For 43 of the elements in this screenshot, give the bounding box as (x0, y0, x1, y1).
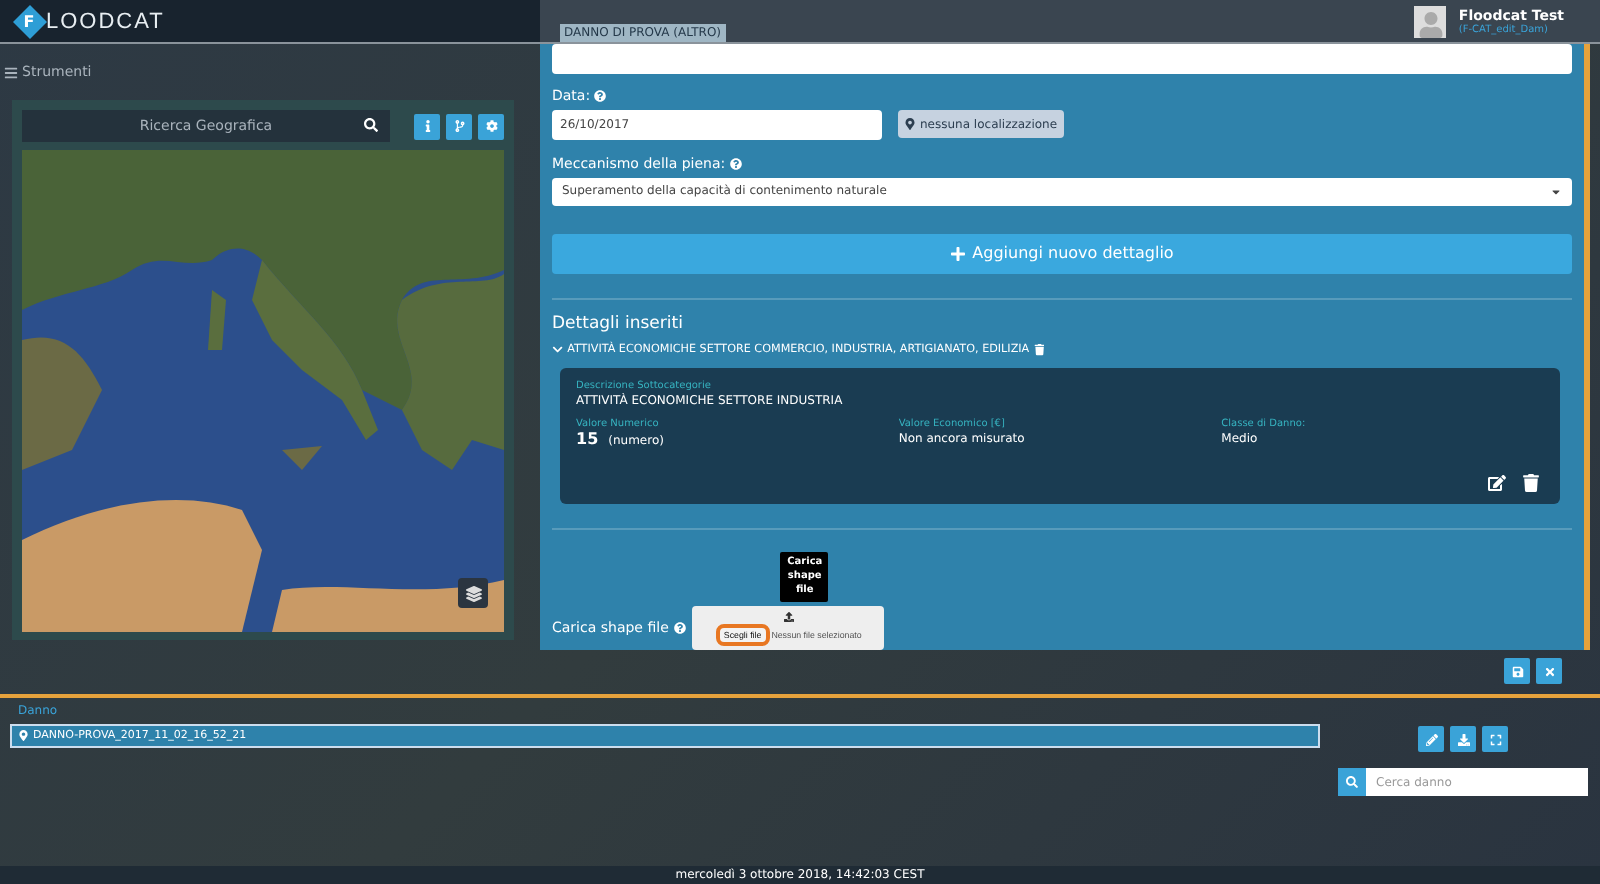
expand-icon (1489, 733, 1501, 745)
expand-button[interactable] (1482, 726, 1508, 752)
menu-icon[interactable] (4, 65, 18, 79)
delete-button[interactable] (1522, 474, 1540, 492)
settings-icon (485, 120, 497, 132)
trash-icon (1522, 474, 1540, 492)
layers-button[interactable] (458, 578, 488, 608)
map-pin-icon (18, 730, 29, 742)
edit-icon (1488, 474, 1506, 492)
caret-icon (1550, 185, 1562, 198)
pencil-button[interactable] (1418, 726, 1444, 752)
info-button[interactable] (414, 113, 440, 139)
chevron-icon (552, 343, 564, 355)
trash-icon[interactable] (1033, 343, 1045, 355)
info-icon (421, 120, 433, 132)
close-icon (1543, 665, 1555, 677)
download-icon (1457, 733, 1469, 745)
branch-icon (453, 120, 465, 132)
map-pin-icon (904, 118, 916, 131)
field-value: 15 (576, 429, 599, 448)
settings-button[interactable] (478, 113, 504, 139)
help-icon[interactable] (674, 622, 687, 634)
close-button[interactable] (1536, 658, 1562, 684)
save-button[interactable] (1504, 658, 1530, 684)
help-icon[interactable] (594, 89, 607, 102)
layers-icon (465, 585, 481, 601)
details-title: Dettagli inseriti (552, 313, 685, 334)
search-icon (1346, 776, 1358, 788)
logo-initial: F (24, 12, 36, 30)
pencil-icon (1425, 733, 1437, 745)
branch-button[interactable] (446, 113, 472, 139)
description-field[interactable] (552, 44, 1572, 74)
avatar-icon[interactable] (1414, 5, 1447, 37)
save-icon (1511, 665, 1523, 677)
search-icon[interactable] (364, 118, 378, 132)
upload-icon (783, 611, 794, 621)
person-silhouette-icon (1417, 11, 1444, 37)
download-button[interactable] (1450, 726, 1476, 752)
logo-text: LOODCAT (46, 9, 165, 33)
search-button[interactable] (1338, 768, 1366, 796)
help-icon[interactable] (729, 157, 742, 170)
edit-button[interactable] (1488, 474, 1506, 492)
plus-icon (950, 245, 967, 262)
